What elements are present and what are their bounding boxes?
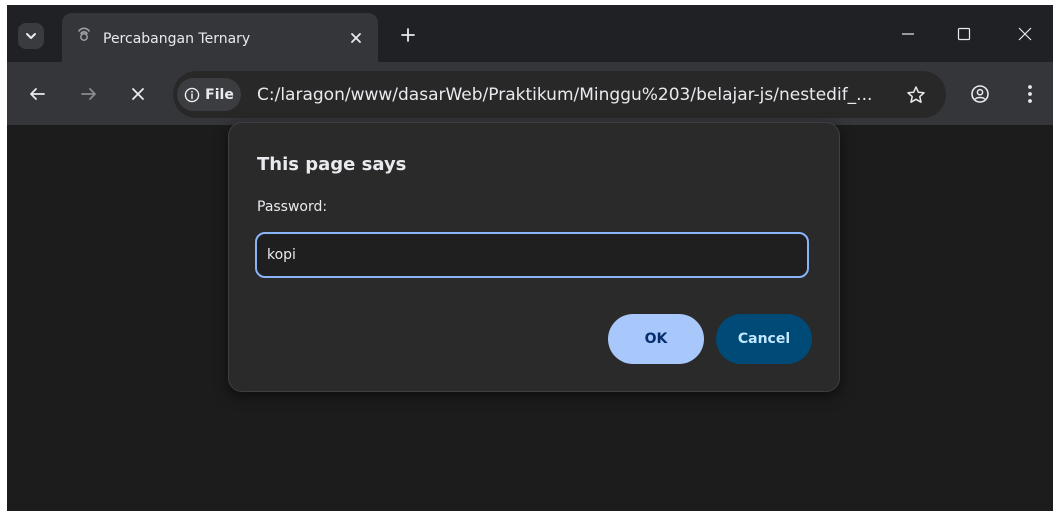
tab-close-button[interactable] <box>345 27 367 49</box>
forward-button[interactable] <box>76 81 102 107</box>
site-info-label: File <box>205 86 234 103</box>
star-icon <box>907 86 925 103</box>
cancel-button[interactable]: Cancel <box>716 314 812 364</box>
menu-button[interactable] <box>1017 81 1043 107</box>
loading-favicon-icon <box>78 27 90 41</box>
new-tab-button[interactable] <box>396 23 420 47</box>
back-arrow-icon <box>30 88 45 100</box>
tab-title: Percabangan Ternary <box>103 31 251 47</box>
ok-button[interactable]: OK <box>608 314 704 364</box>
stop-icon <box>132 88 144 100</box>
minimize-button[interactable] <box>888 19 928 49</box>
maximize-button[interactable] <box>944 19 984 49</box>
more-vert-icon <box>1028 85 1032 103</box>
address-bar[interactable]: File C:/laragon/www/dasarWeb/Praktikum/M… <box>173 71 946 118</box>
profile-button[interactable] <box>967 81 993 107</box>
chevron-down-icon <box>26 33 36 39</box>
stop-loading-button[interactable] <box>125 81 151 107</box>
dialog-message: Password: <box>257 199 328 215</box>
plus-icon <box>401 28 415 42</box>
toolbar: File C:/laragon/www/dasarWeb/Praktikum/M… <box>7 62 1053 125</box>
browser-window: Percabangan Ternary File C:/laragon/www/… <box>7 5 1053 511</box>
prompt-dialog: This page says Password: OK Cancel <box>228 122 840 392</box>
prompt-input[interactable] <box>255 232 809 278</box>
bookmark-button[interactable] <box>904 83 928 107</box>
dialog-title: This page says <box>257 154 407 175</box>
tab-active[interactable]: Percabangan Ternary <box>62 13 378 62</box>
close-window-button[interactable] <box>1005 19 1045 49</box>
forward-arrow-icon <box>81 88 96 100</box>
close-icon <box>1018 27 1032 41</box>
site-info-chip[interactable]: File <box>177 78 241 111</box>
back-button[interactable] <box>24 81 50 107</box>
profile-icon <box>971 85 989 103</box>
tab-search-button[interactable] <box>18 23 44 49</box>
minimize-icon <box>902 33 914 35</box>
maximize-icon <box>957 27 971 41</box>
close-icon <box>351 33 361 43</box>
info-icon <box>184 87 200 102</box>
tab-strip: Percabangan Ternary <box>7 5 1053 62</box>
url-text[interactable]: C:/laragon/www/dasarWeb/Praktikum/Minggu… <box>257 85 872 105</box>
